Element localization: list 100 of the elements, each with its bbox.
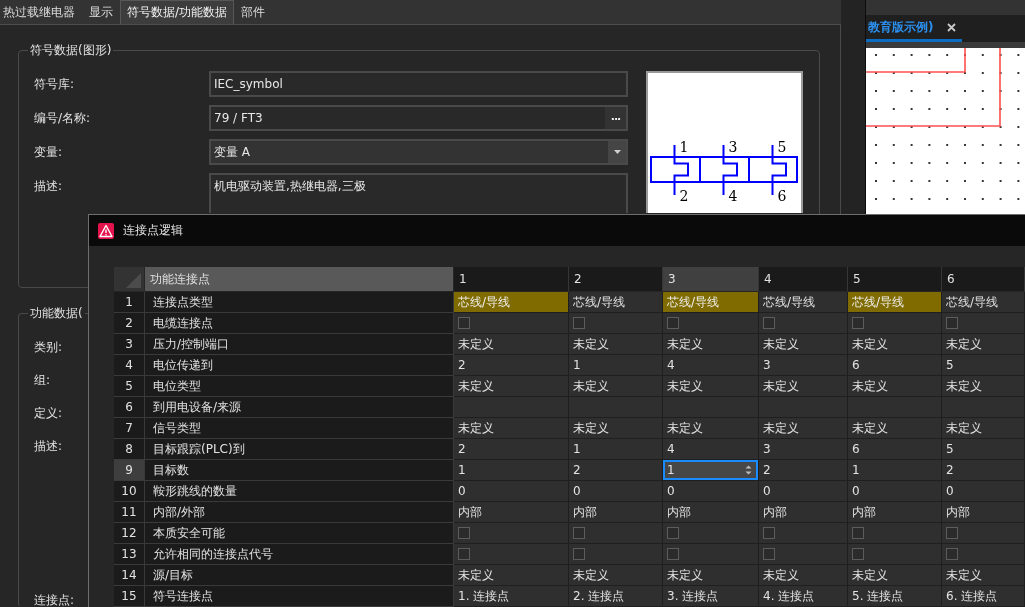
close-icon[interactable] [947, 22, 957, 32]
row-number[interactable]: 11 [114, 502, 145, 523]
table-cell: 未定义 [759, 334, 848, 355]
row-number[interactable]: 14 [114, 565, 145, 586]
row-number[interactable]: 7 [114, 418, 145, 439]
row-number[interactable]: 9 [114, 460, 145, 481]
table-cell: 未定义 [454, 418, 569, 439]
row-number[interactable]: 15 [114, 586, 145, 607]
checkbox[interactable] [852, 548, 864, 560]
checkbox[interactable] [946, 317, 958, 329]
number-spin-field[interactable]: 1 [663, 460, 758, 480]
table-cell: 4 [663, 355, 759, 376]
table-cell: 2 [759, 460, 848, 481]
table-cell: 6 [848, 439, 942, 460]
column-header[interactable]: 6 [942, 267, 1025, 292]
checkbox[interactable] [573, 527, 585, 539]
table-cell: 未定义 [663, 334, 759, 355]
row-number[interactable]: 3 [114, 334, 145, 355]
field-label: 编号/名称: [34, 110, 91, 127]
checkbox[interactable] [667, 317, 679, 329]
checkbox[interactable] [852, 317, 864, 329]
table-cell: 6. 连接点 [942, 586, 1025, 607]
text-field[interactable]: IEC_symbol [209, 71, 628, 97]
checkbox[interactable] [946, 548, 958, 560]
table-cell: 6 [848, 355, 942, 376]
row-number[interactable]: 13 [114, 544, 145, 565]
row-number[interactable]: 2 [114, 313, 145, 334]
field-label: 定义: [34, 405, 63, 422]
checkbox[interactable] [667, 527, 679, 539]
row-number[interactable]: 4 [114, 355, 145, 376]
table-cell: 未定义 [848, 334, 942, 355]
dropdown-button[interactable] [608, 141, 626, 163]
row-label: 本质安全可能 [145, 523, 454, 544]
table-cell: 芯线/导线 [942, 292, 1025, 313]
field-label: 符号库: [34, 76, 75, 93]
pin-number: 3 [728, 139, 738, 155]
browse-button[interactable]: ... [605, 107, 626, 129]
table-cell: 芯线/导线 [848, 292, 942, 313]
checkbox[interactable] [458, 548, 470, 560]
table-cell: 未定义 [942, 376, 1025, 397]
table-cell: 未定义 [942, 334, 1025, 355]
field-label: 变量: [34, 144, 63, 161]
table-cell: 未定义 [663, 376, 759, 397]
table-cell: 芯线/导线 [663, 292, 759, 313]
checkbox[interactable] [667, 548, 679, 560]
table-cell: 2. 连接点 [569, 586, 663, 607]
checkbox[interactable] [852, 527, 864, 539]
row-number[interactable]: 8 [114, 439, 145, 460]
checkbox[interactable] [946, 527, 958, 539]
tab[interactable]: 热过载继电器 [0, 0, 82, 24]
checkbox[interactable] [763, 317, 775, 329]
tab[interactable]: 显示 [82, 0, 120, 24]
row-number[interactable]: 6 [114, 397, 145, 418]
row-label: 鞍形跳线的数量 [145, 481, 454, 502]
tab[interactable]: 符号数据/功能数据 [120, 0, 235, 24]
tab[interactable]: 部件 [234, 0, 273, 24]
pin-number: 2 [679, 188, 689, 204]
row-number[interactable]: 10 [114, 481, 145, 502]
browse-field[interactable]: 79 / FT3 ... [209, 105, 628, 131]
table-cell: 芯线/导线 [569, 292, 663, 313]
column-header[interactable]: 5 [848, 267, 942, 292]
dropdown[interactable]: 变量 A [209, 139, 628, 165]
description-field[interactable]: 机电驱动装置,热继电器,三极 [209, 173, 628, 213]
caret-icon [613, 150, 621, 154]
row-number[interactable]: 12 [114, 523, 145, 544]
checkbox[interactable] [573, 317, 585, 329]
row-number[interactable]: 5 [114, 376, 145, 397]
row-label: 电缆连接点 [145, 313, 454, 334]
pin-number: 6 [777, 188, 787, 204]
checkbox[interactable] [573, 548, 585, 560]
table-cell: 未定义 [454, 565, 569, 586]
select-all-corner[interactable] [114, 267, 145, 292]
table-cell: 3. 连接点 [663, 586, 759, 607]
checkbox[interactable] [763, 548, 775, 560]
table-cell: 芯线/导线 [759, 292, 848, 313]
column-header[interactable]: 4 [759, 267, 848, 292]
table-cell: 未定义 [848, 376, 942, 397]
row-label: 信号类型 [145, 418, 454, 439]
field-label: 描述: [34, 438, 63, 455]
table-cell: 4. 连接点 [759, 586, 848, 607]
pin-number: 5 [777, 139, 787, 155]
row-number[interactable]: 1 [114, 292, 145, 313]
table-cell: 0 [663, 481, 759, 502]
column-header[interactable]: 3 [663, 267, 759, 292]
table-cell: 2 [942, 460, 1025, 481]
checkbox[interactable] [458, 317, 470, 329]
warning-icon [98, 222, 114, 239]
row-label: 电位类型 [145, 376, 454, 397]
table-cell: 未定义 [569, 334, 663, 355]
table-cell: 1 [848, 460, 942, 481]
column-header[interactable]: 1 [454, 267, 569, 292]
table-cell: 未定义 [663, 418, 759, 439]
checkbox[interactable] [458, 527, 470, 539]
checkbox[interactable] [763, 527, 775, 539]
row-label: 内部/外部 [145, 502, 454, 523]
table-cell: 内部 [848, 502, 942, 523]
table-cell: 3 [759, 439, 848, 460]
table-cell: 未定义 [454, 334, 569, 355]
column-header[interactable]: 2 [569, 267, 663, 292]
table-cell: 3 [759, 355, 848, 376]
